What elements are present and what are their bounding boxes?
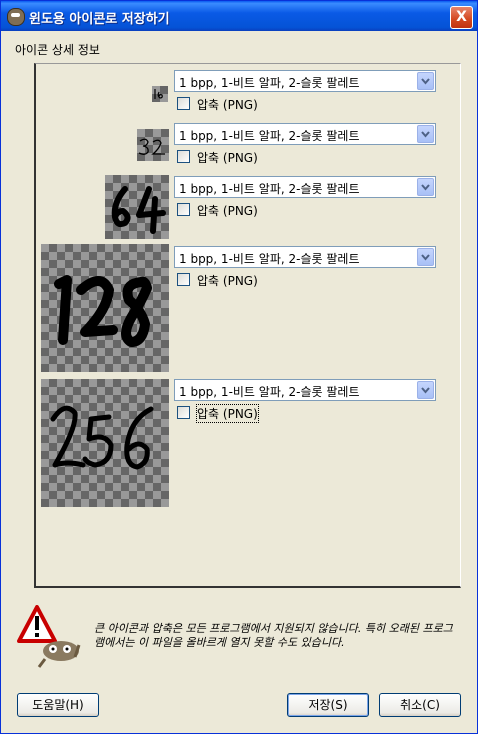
compress-checkbox-256[interactable] [177, 406, 190, 419]
format-select-16[interactable]: 1 bpp, 1-비트 알파, 2-슬롯 팔레트 [174, 70, 436, 92]
icon-preview-64 [105, 175, 169, 239]
chevron-down-icon[interactable] [417, 125, 434, 143]
chevron-down-icon[interactable] [417, 381, 434, 399]
window-title: 윈도용 아이콘로 저장하기 [29, 12, 170, 27]
handwritten-16-image [154, 89, 163, 99]
dialog-window: 윈도용 아이콘로 저장하기 X 아이콘 상세 정보 1 bpp, 1-비트 알파… [0, 0, 478, 734]
close-button[interactable]: X [450, 6, 473, 29]
warning-text: 큰 아이콘과 압축은 모든 프로그램에서 지원되지 않습니다. 특히 오래된 프… [94, 622, 453, 649]
chevron-down-icon[interactable] [417, 72, 434, 90]
icon-preview-16 [152, 86, 168, 102]
format-select-64[interactable]: 1 bpp, 1-비트 알파, 2-슬롯 팔레트 [174, 176, 436, 198]
save-button[interactable]: 저장(S) [287, 693, 369, 717]
warning-icon [17, 605, 87, 672]
chevron-down-icon[interactable] [417, 248, 434, 266]
handwritten-128-image [54, 275, 152, 347]
icon-preview-128 [41, 244, 169, 372]
handwritten-64-image [111, 186, 166, 234]
format-select-128[interactable]: 1 bpp, 1-비트 알파, 2-슬롯 팔레트 [174, 246, 436, 268]
cancel-button[interactable]: 취소(C) [379, 693, 461, 717]
compress-checkbox-16[interactable] [177, 97, 190, 110]
format-select-32[interactable]: 1 bpp, 1-비트 알파, 2-슬롯 팔레트 [174, 123, 436, 145]
handwritten-32-image [138, 138, 165, 155]
handwritten-256-image [50, 405, 154, 470]
title-bar[interactable]: 윈도용 아이콘로 저장하기 X [1, 1, 477, 31]
gimp-app-icon [7, 8, 25, 26]
format-select-256[interactable]: 1 bpp, 1-비트 알파, 2-슬롯 팔레트 [174, 379, 436, 401]
help-button[interactable]: 도움말(H) [17, 693, 99, 717]
chevron-down-icon[interactable] [417, 178, 434, 196]
icon-preview-256 [41, 379, 169, 507]
section-label: 아이콘 상세 정보 [15, 43, 100, 57]
compress-checkbox-32[interactable] [177, 150, 190, 163]
compress-checkbox-64[interactable] [177, 203, 190, 216]
compress-checkbox-128[interactable] [177, 273, 190, 286]
icon-preview-32 [137, 129, 169, 161]
